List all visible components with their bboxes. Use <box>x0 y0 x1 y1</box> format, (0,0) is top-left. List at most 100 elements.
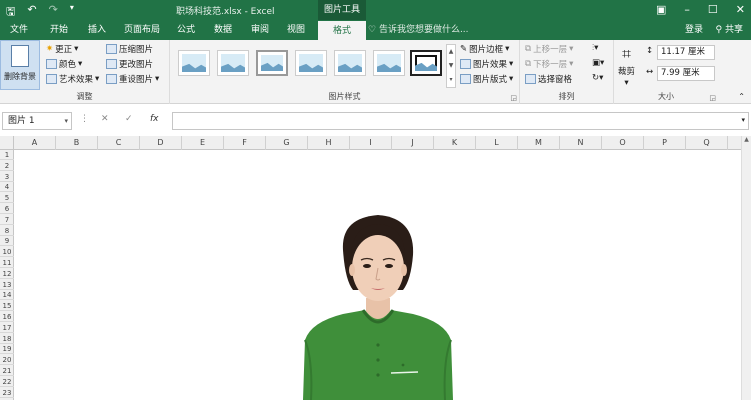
login-link[interactable]: 登录 <box>685 20 703 40</box>
column-header[interactable]: E <box>182 136 224 150</box>
picture-border-button[interactable]: ✎ 图片边框 ▾ <box>460 43 509 55</box>
compress-pictures-button[interactable]: 压缩图片 <box>106 43 153 55</box>
column-header[interactable]: H <box>308 136 350 150</box>
insert-function-button[interactable]: fx <box>150 114 159 124</box>
bring-forward-button[interactable]: ⧉ 上移一层 ▾ <box>525 43 573 55</box>
corrections-button[interactable]: ✷ 更正 ▾ <box>46 43 78 55</box>
send-backward-button[interactable]: ⧉ 下移一层 ▾ <box>525 58 573 70</box>
row-header[interactable]: 1 <box>0 150 14 160</box>
row-header[interactable]: 5 <box>0 193 14 204</box>
maximize-icon[interactable]: ☐ <box>708 3 718 16</box>
name-box[interactable]: 图片 1 ▾ <box>2 112 72 130</box>
picture-style-6[interactable] <box>373 50 405 76</box>
enter-icon[interactable]: ✓ <box>125 114 133 124</box>
selection-pane-button[interactable]: 选择窗格 <box>525 73 572 85</box>
column-header[interactable]: K <box>434 136 476 150</box>
row-header[interactable]: 23 <box>0 388 14 398</box>
row-header[interactable]: 6 <box>0 204 14 214</box>
row-header[interactable]: 4 <box>0 182 14 193</box>
row-header[interactable]: 20 <box>0 355 14 366</box>
picture-style-2[interactable] <box>217 50 249 76</box>
column-header[interactable]: Q <box>686 136 728 150</box>
group-icon[interactable]: ▣▾ <box>592 58 604 68</box>
formula-input[interactable]: ▾ <box>172 112 749 130</box>
row-header[interactable]: 17 <box>0 323 14 333</box>
tab-review[interactable]: 审阅 <box>244 20 276 40</box>
color-button[interactable]: 颜色 ▾ <box>46 58 82 70</box>
remove-background-button[interactable]: 删除背景 <box>0 40 40 90</box>
picture-layout-button[interactable]: 图片版式 ▾ <box>460 73 513 85</box>
picture-effects-button[interactable]: 图片效果 ▾ <box>460 58 513 70</box>
tab-data[interactable]: 数据 <box>207 20 239 40</box>
column-header[interactable]: D <box>140 136 182 150</box>
row-header[interactable]: 7 <box>0 215 14 225</box>
select-all-button[interactable] <box>0 136 14 150</box>
column-header[interactable]: F <box>224 136 266 150</box>
compress-label: 压缩图片 <box>119 45 154 55</box>
row-header[interactable]: 12 <box>0 269 14 279</box>
row-header[interactable]: 15 <box>0 301 14 312</box>
share-button[interactable]: ⚲ 共享 <box>716 20 743 40</box>
row-header[interactable]: 22 <box>0 377 14 387</box>
tab-home[interactable]: 开始 <box>42 20 76 40</box>
arrange-group-label: 排列 <box>558 92 575 101</box>
row-header[interactable]: 21 <box>0 366 14 376</box>
cancel-icon[interactable]: ✕ <box>101 114 109 124</box>
send-backward-label: 下移一层 <box>533 60 568 70</box>
tab-page-layout[interactable]: 页面布局 <box>120 20 164 40</box>
column-header[interactable]: A <box>14 136 56 150</box>
change-picture-button[interactable]: 更改图片 <box>106 58 153 70</box>
ribbon-display-icon[interactable]: ▣ <box>656 3 666 16</box>
collapse-ribbon-icon[interactable]: ⌃ <box>738 92 745 101</box>
row-header[interactable]: 16 <box>0 312 14 322</box>
width-input[interactable]: 7.99 厘米 <box>657 66 715 81</box>
column-header[interactable]: B <box>56 136 98 150</box>
picture-style-4[interactable] <box>295 50 327 76</box>
height-input[interactable]: 11.17 厘米 <box>657 45 715 60</box>
row-header[interactable]: 14 <box>0 290 14 301</box>
row-header[interactable]: 13 <box>0 280 14 290</box>
portrait-picture[interactable] <box>283 210 473 400</box>
column-header[interactable]: I <box>350 136 392 150</box>
align-icon[interactable]: ⫶▾ <box>592 43 598 53</box>
minimize-icon[interactable]: – <box>684 3 690 16</box>
row-header[interactable]: 19 <box>0 344 14 355</box>
chevron-up-icon[interactable]: ▲ <box>742 136 751 143</box>
row-header[interactable]: 9 <box>0 236 14 247</box>
row-header[interactable]: 18 <box>0 334 14 344</box>
tab-view[interactable]: 视图 <box>280 20 312 40</box>
column-header[interactable]: L <box>476 136 518 150</box>
tab-format[interactable]: 格式 <box>318 20 366 40</box>
tab-file[interactable]: 文件 <box>2 20 36 40</box>
row-header[interactable]: 3 <box>0 172 14 182</box>
row-header[interactable]: 2 <box>0 161 14 171</box>
picture-style-3[interactable] <box>256 50 288 76</box>
column-header[interactable]: G <box>266 136 308 150</box>
picture-style-5[interactable] <box>334 50 366 76</box>
tab-formulas[interactable]: 公式 <box>170 20 202 40</box>
dialog-launcher-icon[interactable]: ◲ <box>510 94 517 102</box>
close-icon[interactable]: ✕ <box>736 3 745 16</box>
vertical-scrollbar[interactable]: ▲ <box>741 136 751 400</box>
gallery-scroll[interactable]: ▲ ▼ ▾ <box>446 44 456 88</box>
artistic-effects-button[interactable]: 艺术效果 ▾ <box>46 73 99 85</box>
column-header[interactable]: M <box>518 136 560 150</box>
expand-formula-icon[interactable]: ▾ <box>741 116 745 124</box>
row-header[interactable]: 8 <box>0 226 14 236</box>
dialog-launcher-icon[interactable]: ◲ <box>709 94 716 102</box>
tell-me-box[interactable]: ♡ 告诉我您想要做什么... <box>368 20 469 40</box>
corrections-label: 更正 <box>55 45 73 55</box>
row-header[interactable]: 10 <box>0 247 14 258</box>
column-header[interactable]: J <box>392 136 434 150</box>
crop-button[interactable]: ⌗ 裁剪 ▾ <box>618 44 635 88</box>
picture-style-1[interactable] <box>178 50 210 76</box>
rotate-icon[interactable]: ↻▾ <box>592 73 603 83</box>
picture-style-7[interactable] <box>410 50 442 76</box>
row-header[interactable]: 11 <box>0 258 14 268</box>
tab-insert[interactable]: 插入 <box>80 20 114 40</box>
column-header[interactable]: O <box>602 136 644 150</box>
reset-picture-button[interactable]: 重设图片 ▾ <box>106 73 159 85</box>
column-header[interactable]: N <box>560 136 602 150</box>
column-header[interactable]: P <box>644 136 686 150</box>
column-header[interactable]: C <box>98 136 140 150</box>
